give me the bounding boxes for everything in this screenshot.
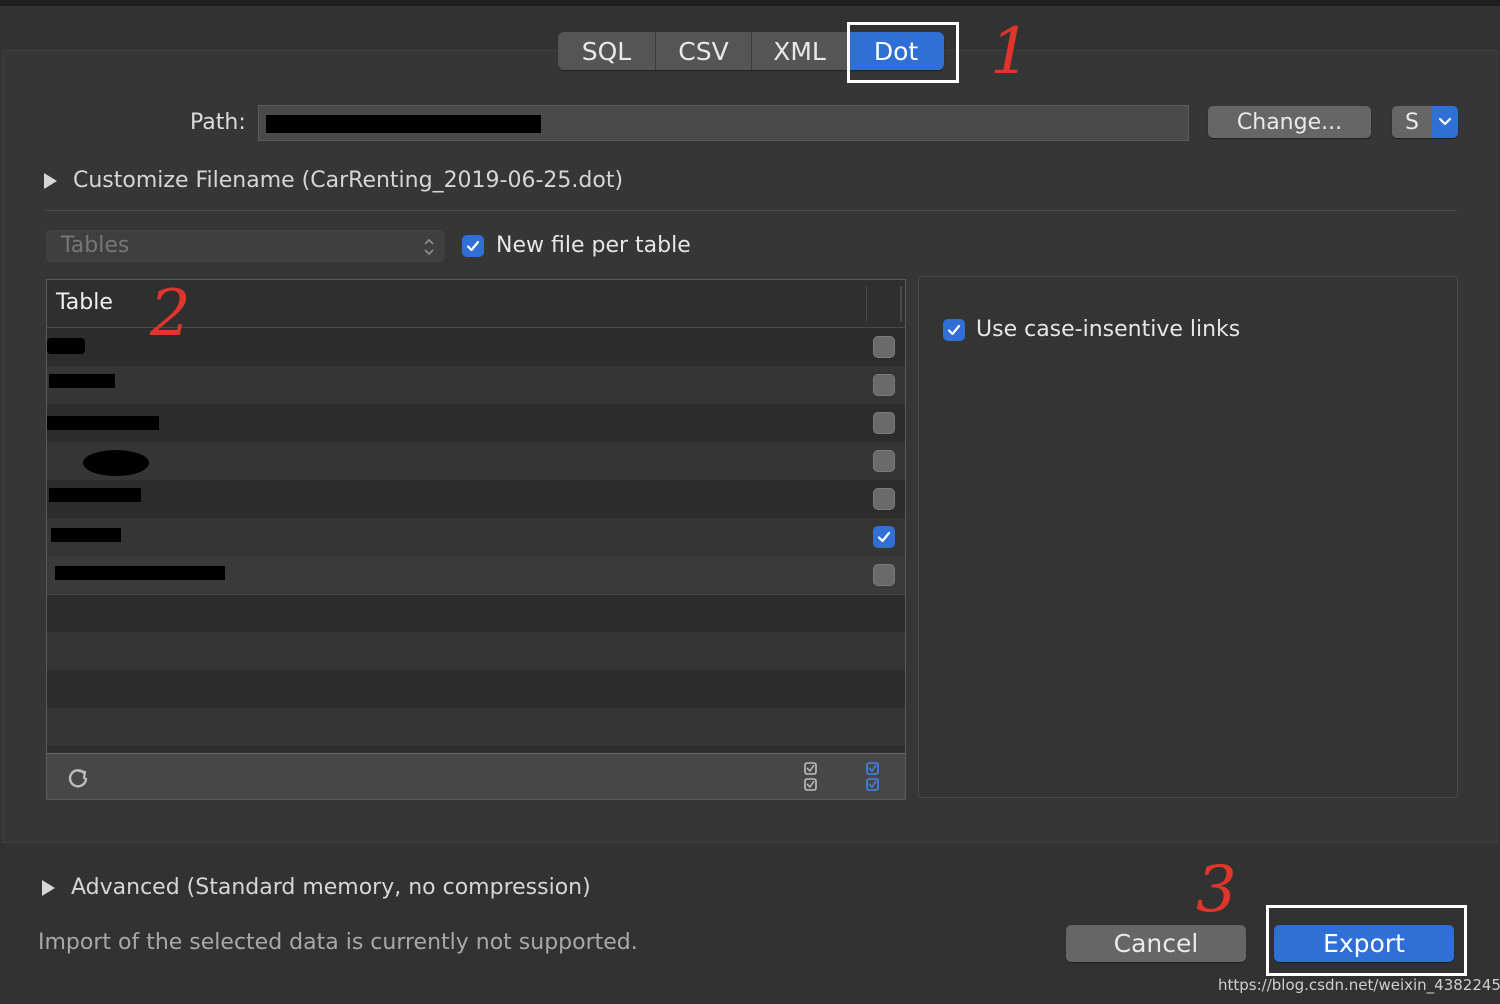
case-insensitive-links-label: Use case-insentive links — [976, 317, 1241, 342]
new-file-per-table-checkbox[interactable] — [462, 235, 484, 257]
deselect-all-icon[interactable] — [803, 760, 819, 794]
chevron-down-icon — [1432, 106, 1458, 138]
table-row-checkbox[interactable] — [873, 412, 895, 434]
advanced-disclosure[interactable]: Advanced (Standard memory, no compressio… — [42, 875, 591, 900]
checkmark-icon — [947, 324, 961, 336]
empty-row — [47, 594, 905, 632]
dot-options-panel — [918, 276, 1458, 798]
annotation-number-1: 1 — [990, 15, 1031, 89]
tables-select[interactable]: Tables — [46, 230, 444, 262]
new-file-per-table-label: New file per table — [496, 233, 691, 258]
title-bar — [0, 0, 1500, 6]
encoding-popup-value: S — [1392, 106, 1432, 138]
disclosure-triangle-icon — [44, 172, 57, 189]
redacted-table-name — [49, 374, 115, 388]
redacted-table-name — [55, 566, 225, 580]
table-column-header[interactable]: Table — [56, 290, 113, 315]
redacted-table-name — [47, 416, 159, 430]
case-insensitive-links-checkbox[interactable] — [943, 319, 965, 341]
tables-select-value: Tables — [61, 233, 130, 258]
tab-xml[interactable]: XML — [752, 32, 848, 70]
column-separator — [900, 286, 902, 322]
table-row-checkbox[interactable] — [873, 564, 895, 586]
table-row[interactable] — [47, 442, 905, 480]
redacted-table-name — [83, 450, 149, 476]
empty-row — [47, 708, 905, 746]
table-row-checkbox[interactable] — [873, 488, 895, 510]
status-message: Import of the selected data is currently… — [38, 930, 638, 955]
redacted-path — [266, 115, 541, 133]
table-row[interactable] — [47, 556, 905, 594]
empty-row — [47, 670, 905, 708]
table-row[interactable] — [47, 518, 905, 556]
select-all-icon[interactable] — [865, 760, 881, 794]
tab-csv[interactable]: CSV — [656, 32, 752, 70]
annotation-box-dot-tab — [847, 22, 959, 83]
change-path-button[interactable]: Change... — [1208, 106, 1371, 138]
table-row[interactable] — [47, 366, 905, 404]
table-row-checkbox[interactable] — [873, 336, 895, 358]
encoding-popup[interactable]: S — [1392, 106, 1458, 138]
cancel-button[interactable]: Cancel — [1066, 925, 1246, 962]
table-row[interactable] — [47, 480, 905, 518]
checkmark-icon — [877, 531, 891, 543]
annotation-box-export — [1266, 905, 1467, 976]
table-row-checkbox[interactable] — [873, 374, 895, 396]
redacted-table-name — [47, 338, 85, 354]
checkmark-icon — [466, 240, 480, 252]
empty-row — [47, 632, 905, 670]
disclosure-triangle-icon — [42, 879, 55, 896]
up-down-arrows-icon — [424, 238, 434, 256]
watermark-url: https://blog.csdn.net/weixin_43822457 — [1218, 976, 1500, 994]
path-label: Path: — [190, 110, 246, 135]
table-row[interactable] — [47, 404, 905, 442]
refresh-icon[interactable] — [65, 765, 91, 791]
table-toolbar — [47, 753, 905, 799]
annotation-number-2: 2 — [150, 277, 191, 351]
section-divider — [45, 210, 1457, 211]
redacted-table-name — [51, 528, 121, 542]
export-dialog: SQL CSV XML Dot 1 Path: Change... S Cust… — [0, 0, 1500, 1004]
tables-list: Table — [46, 279, 906, 800]
advanced-label: Advanced (Standard memory, no compressio… — [71, 875, 591, 900]
table-row-checkbox[interactable] — [873, 526, 895, 548]
table-row-checkbox[interactable] — [873, 450, 895, 472]
annotation-number-3: 3 — [1196, 853, 1237, 927]
redacted-table-name — [49, 488, 141, 502]
customize-filename-disclosure[interactable]: Customize Filename (CarRenting_2019-06-2… — [44, 168, 623, 193]
customize-filename-label: Customize Filename (CarRenting_2019-06-2… — [73, 168, 624, 193]
tab-sql[interactable]: SQL — [558, 32, 656, 70]
column-separator — [866, 286, 867, 322]
